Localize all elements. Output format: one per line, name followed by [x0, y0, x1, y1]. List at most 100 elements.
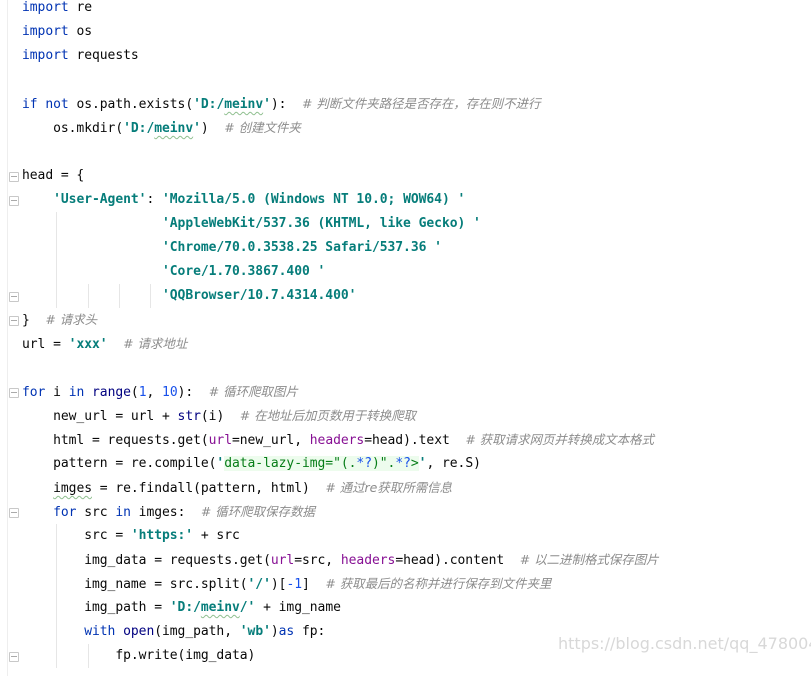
code-line[interactable]: import os — [0, 20, 811, 44]
code-text: pattern = re.compile( — [22, 456, 217, 471]
code-content: for src in imges: # 循环爬取保存数据 — [22, 504, 315, 520]
code-line[interactable]: img_path = 'D:/meinv/' + img_name — [0, 596, 811, 620]
code-content: img_name = src.split('/')[-1] # 获取最后的名称并… — [22, 576, 552, 592]
code-text: os.mkdir( — [22, 121, 124, 136]
comment: # 在地址后加页数用于转换爬取 — [239, 408, 416, 423]
indent-guide — [87, 644, 89, 668]
number: -1 — [286, 577, 302, 592]
indent-guide — [56, 572, 58, 596]
keyword: as — [278, 624, 295, 639]
keyword: import — [22, 48, 69, 63]
fold-marker-icon[interactable] — [9, 388, 19, 398]
code-text: os.path.exists( — [68, 97, 194, 112]
code-line[interactable]: html = requests.get(url=new_url, headers… — [0, 428, 811, 452]
code-content: head = { — [22, 168, 84, 183]
code-line[interactable]: imges = re.findall(pattern, html) # 通过re… — [0, 476, 811, 500]
code-content: 'Chrome/70.0.3538.25 Safari/537.36 ' — [22, 240, 442, 255]
code-line[interactable]: 'User-Agent': 'Mozilla/5.0 (Windows NT 1… — [0, 188, 811, 212]
comment: # 请求头 — [45, 312, 98, 327]
keyword-arg: headers — [340, 553, 396, 568]
comment: # 以二进制格式保存图片 — [519, 552, 659, 567]
code-line[interactable]: 'AppleWebKit/537.36 (KHTML, like Gecko) … — [0, 212, 811, 236]
code-line[interactable]: src = 'https:' + src — [0, 524, 811, 548]
code-line[interactable]: if not os.path.exists('D:/meinv'): # 判断文… — [0, 92, 811, 116]
indent-guide — [56, 644, 58, 668]
code-content: 'Core/1.70.3867.400 ' — [22, 264, 325, 279]
code-text: img_data = requests.get( — [22, 553, 271, 568]
keyword: in — [115, 505, 131, 520]
code-content: src = 'https:' + src — [22, 528, 240, 543]
code-editor[interactable]: import re import os import requests if not … — [0, 0, 811, 676]
code-line[interactable]: for src in imges: # 循环爬取保存数据 — [0, 500, 811, 524]
keyword: for — [22, 385, 46, 400]
code-line[interactable] — [0, 356, 811, 380]
code-text: os — [68, 24, 93, 39]
code-text: ): — [270, 97, 302, 112]
keyword: import — [22, 24, 69, 39]
fold-marker-icon[interactable] — [9, 508, 19, 518]
indent-guide — [56, 524, 58, 548]
code-line[interactable]: os.mkdir('D:/meinv') # 创建文件夹 — [0, 116, 811, 140]
code-text: fp: — [294, 624, 326, 639]
string: '/' — [247, 577, 271, 592]
code-content: imges = re.findall(pattern, html) # 通过re… — [22, 480, 452, 496]
code-line[interactable]: import requests — [0, 44, 811, 68]
code-text: head = { — [22, 168, 85, 183]
string: meinv — [154, 121, 194, 136]
code-line[interactable]: new_url = url + str(i) # 在地址后加页数用于转换爬取 — [0, 404, 811, 428]
string: 'Core/1.70.3867.400 ' — [161, 264, 326, 279]
code-line[interactable]: pattern = re.compile('data-lazy-img="(.*… — [0, 452, 811, 476]
code-text: (i) — [200, 409, 240, 424]
string: 'xxx' — [68, 337, 108, 352]
keyword: import — [22, 0, 69, 15]
comment: # 通过re获取所需信息 — [325, 480, 452, 495]
string: 'Chrome/70.0.3538.25 Safari/537.36 ' — [161, 240, 442, 255]
code-text: } — [22, 313, 46, 328]
code-text: img_path = — [22, 600, 170, 615]
code-line[interactable]: import re — [0, 0, 811, 20]
indent-guide — [118, 284, 120, 308]
code-lines[interactable]: import re import os import requests if not … — [0, 0, 811, 668]
fold-marker-icon[interactable] — [9, 652, 19, 662]
code-text: , — [146, 385, 163, 400]
code-content: 'AppleWebKit/537.36 (KHTML, like Gecko) … — [22, 216, 481, 231]
code-content: os.mkdir('D:/meinv') # 创建文件夹 — [22, 120, 301, 136]
code-text: + img_name — [255, 600, 341, 615]
code-content: if not os.path.exists('D:/meinv'): # 判断文… — [22, 96, 541, 112]
code-line[interactable]: img_data = requests.get(url=src, headers… — [0, 548, 811, 572]
code-text: i — [45, 385, 69, 400]
builtin: str — [177, 409, 201, 424]
code-text: =new_url, — [231, 433, 310, 448]
fold-marker-icon[interactable] — [9, 292, 19, 302]
code-line[interactable] — [0, 140, 811, 164]
code-content: 'QQBrowser/10.7.4314.400' — [22, 288, 356, 303]
code-text: = re.findall(pattern, html) — [92, 481, 326, 496]
code-text: re — [68, 0, 93, 15]
string: meinv — [200, 600, 240, 615]
code-line[interactable]: head = { — [0, 164, 811, 188]
code-text: ) — [270, 624, 279, 639]
code-line[interactable]: img_name = src.split('/')[-1] # 获取最后的名称并… — [0, 572, 811, 596]
code-line[interactable]: for i in range(1, 10): # 循环爬取图片 — [0, 380, 811, 404]
fold-marker-icon[interactable] — [9, 172, 19, 182]
builtin: open — [123, 624, 155, 639]
code-content: import requests — [22, 48, 139, 63]
regex: data-lazy-img="(. — [224, 456, 357, 471]
code-line[interactable]: 'Chrome/70.0.3538.25 Safari/537.36 ' — [0, 236, 811, 260]
fold-marker-icon[interactable] — [9, 196, 19, 206]
string: ' — [193, 121, 201, 136]
keyword-arg: headers — [309, 433, 365, 448]
code-line[interactable]: 'QQBrowser/10.7.4314.400' — [0, 284, 811, 308]
code-content: import os — [22, 24, 92, 39]
code-line[interactable]: 'Core/1.70.3867.400 ' — [0, 260, 811, 284]
code-line[interactable] — [0, 68, 811, 92]
indent-guide — [56, 548, 58, 572]
fold-marker-icon[interactable] — [9, 316, 19, 326]
comment: # 获取最后的名称并进行保存到文件夹里 — [325, 576, 552, 591]
code-line[interactable]: } # 请求头 — [0, 308, 811, 332]
code-line[interactable]: url = 'xxx' # 请求地址 — [0, 332, 811, 356]
code-text: src — [76, 505, 116, 520]
